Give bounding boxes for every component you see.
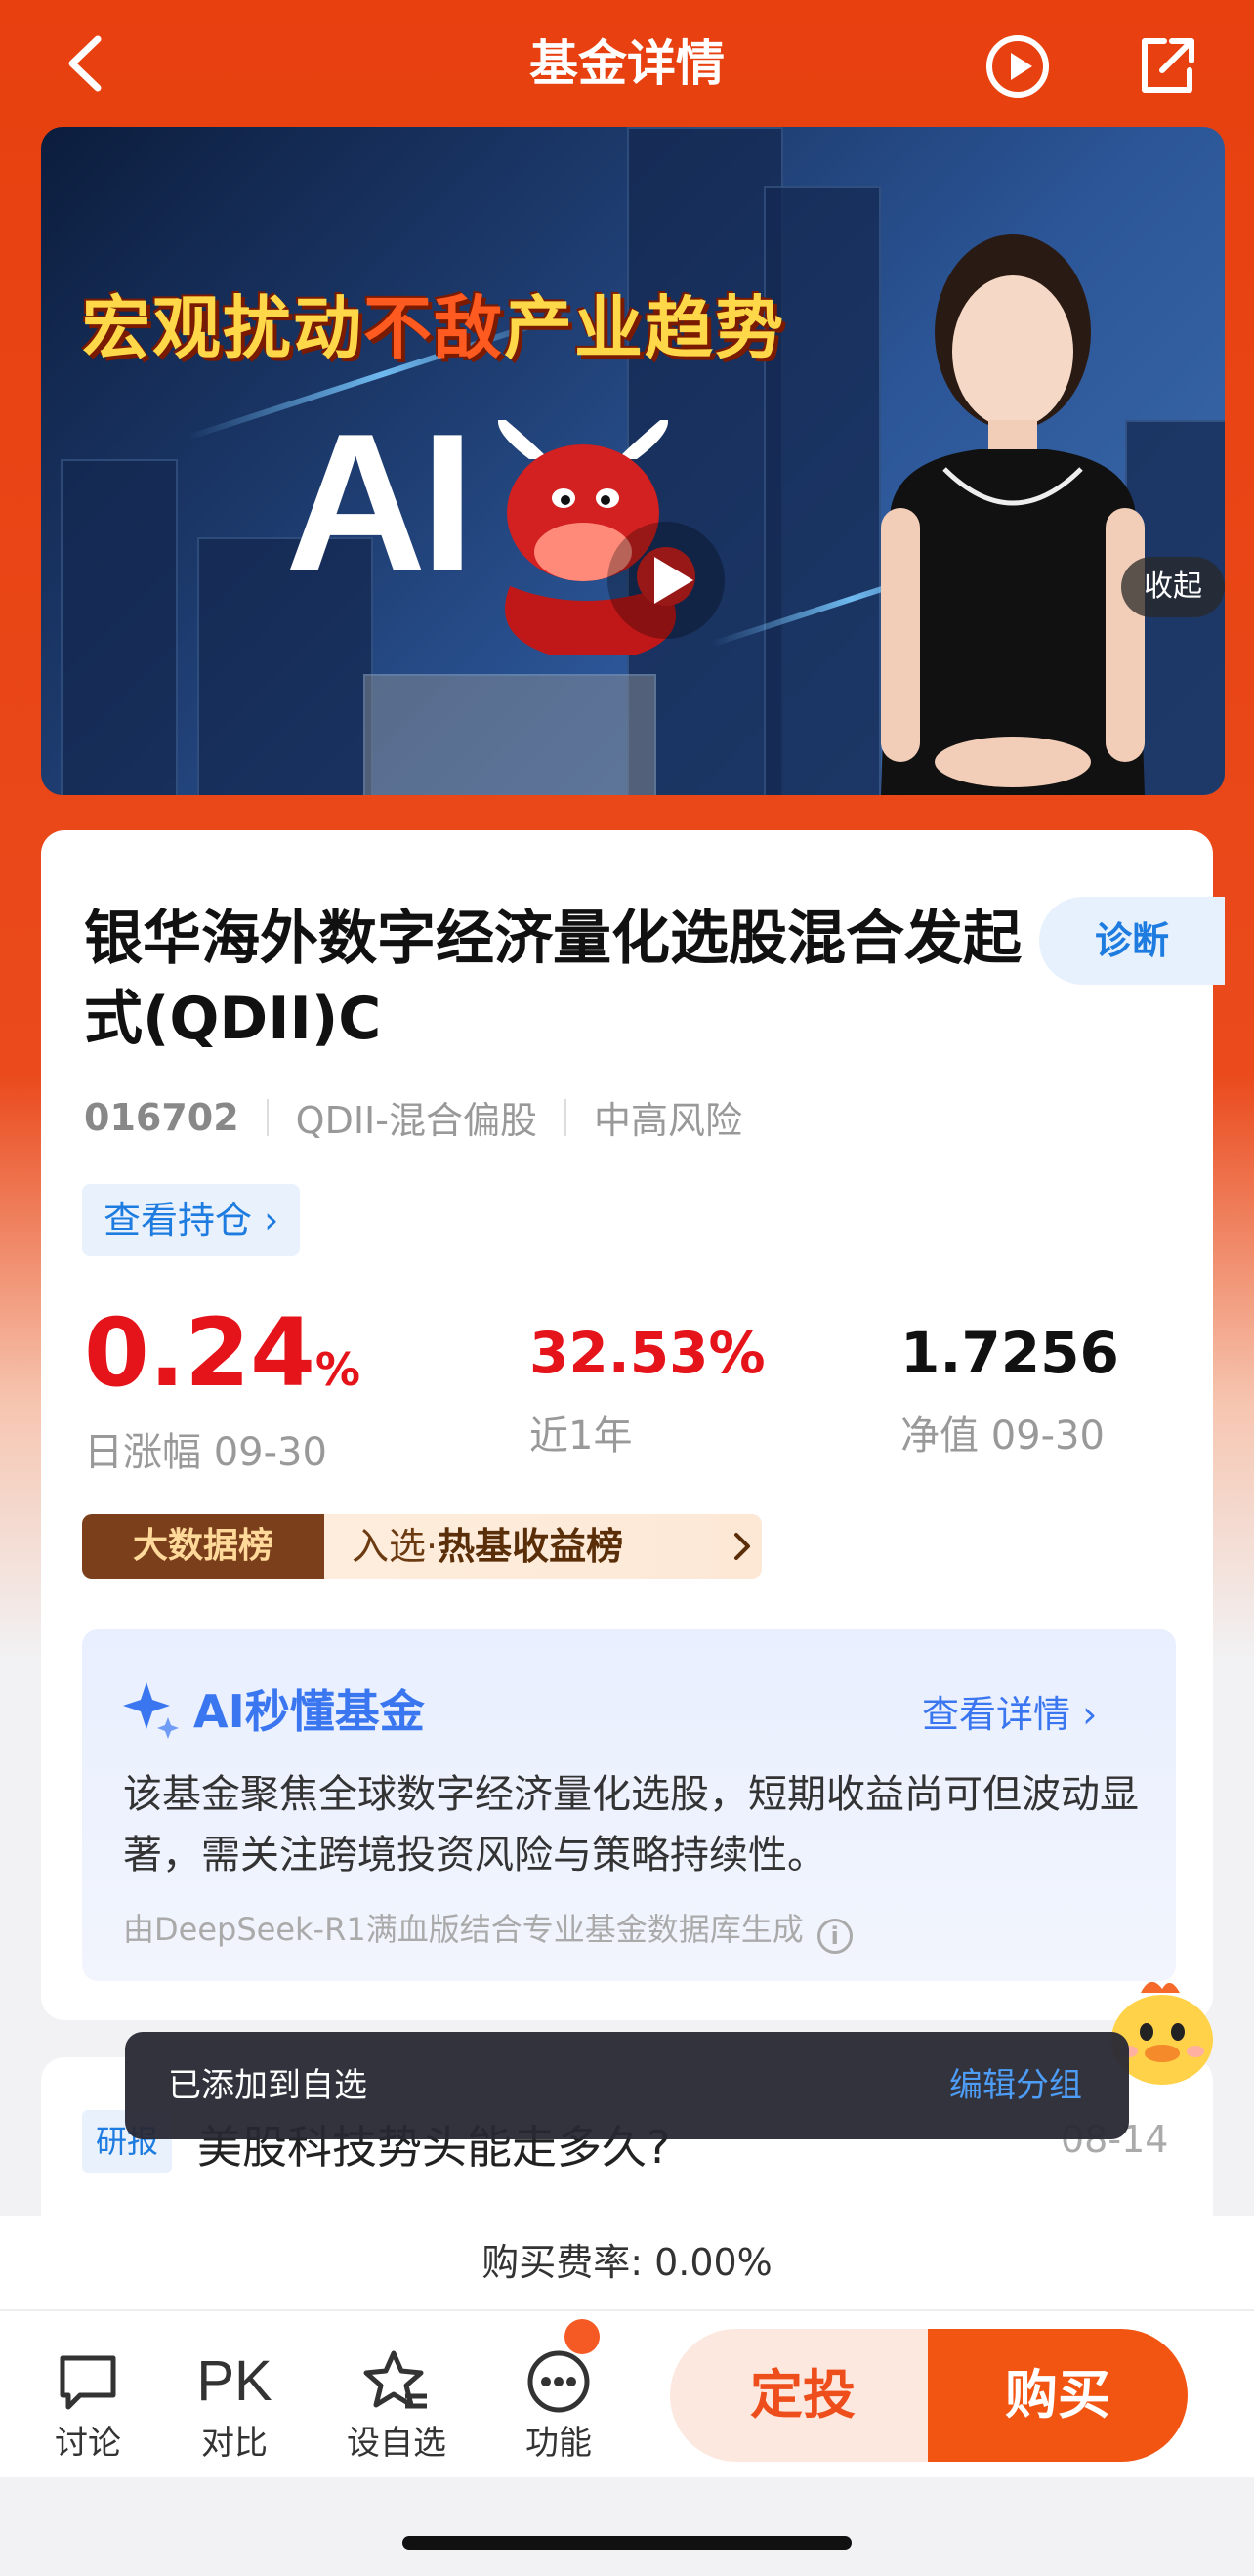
headline-part3: 产业趋势	[504, 288, 785, 368]
building-shape	[61, 459, 178, 795]
compare-tab[interactable]: PK 对比	[176, 2344, 293, 2468]
one-year-value: 32.53%	[529, 1320, 766, 1386]
purchase-fee: 购买费率: 0.00%	[0, 2216, 1254, 2309]
share-icon[interactable]	[1135, 33, 1199, 98]
buy-button[interactable]: 购买	[928, 2329, 1188, 2462]
home-indicator-area	[0, 2477, 1254, 2576]
ranking-prefix: 入选·	[352, 1525, 439, 1568]
daily-change-stat: 0.24% 日涨幅 09-30	[84, 1299, 360, 1482]
home-indicator[interactable]	[402, 2536, 852, 2550]
daily-change-value-row: 0.24%	[84, 1299, 360, 1423]
fund-code: 016702	[84, 1095, 239, 1139]
divider	[564, 1098, 566, 1136]
fund-name: 银华海外数字经济量化选股混合发起式(QDII)C	[84, 905, 1022, 1053]
nav-label: 净值 09-30	[900, 1414, 1105, 1458]
watchlist-tab[interactable]: 设自选	[338, 2344, 455, 2468]
banner-ai-text: AI	[285, 394, 475, 612]
diagnose-button[interactable]: 诊断	[1039, 897, 1225, 985]
discuss-label: 讨论	[55, 2424, 121, 2463]
ranking-banner[interactable]: 大数据榜 入选·热基收益榜	[82, 1514, 762, 1579]
chat-bubble-icon	[60, 2355, 116, 2410]
notification-dot	[564, 2319, 600, 2354]
discuss-tab[interactable]: 讨论	[29, 2344, 146, 2468]
play-circle-icon[interactable]	[984, 33, 1051, 100]
star-icon	[363, 2350, 427, 2409]
watchlist-label: 设自选	[347, 2424, 446, 2463]
fund-meta: 016702 QDII-混合偏股 中高风险	[84, 1090, 742, 1144]
page-title: 基金详情	[529, 35, 725, 92]
fund-info-card: 银华海外数字经济量化选股混合发起式(QDII)C 诊断 016702 QDII-…	[41, 830, 1225, 2020]
edit-group-button[interactable]: 编辑分组	[949, 2032, 1082, 2139]
daily-change-unit: %	[314, 1343, 360, 1396]
divider	[266, 1098, 269, 1136]
daily-change-value: 0.24	[84, 1298, 315, 1408]
ai-source-note: 由DeepSeek-R1满血版结合专业基金数据库生成 i	[123, 1905, 853, 1954]
discuss-icon-wrap	[29, 2344, 146, 2419]
presenter-figure	[881, 234, 1145, 795]
daily-change-label: 日涨幅 09-30	[84, 1430, 327, 1475]
fund-stats: 0.24% 日涨幅 09-30 32.53% 近1年 1.7256 净值 09-…	[84, 1299, 1197, 1475]
banner-headline: 宏观扰动不敌产业趋势	[82, 274, 785, 372]
nav-stat: 1.7256 净值 09-30	[900, 1299, 1119, 1465]
nav-value: 1.7256	[900, 1320, 1119, 1386]
watchlist-icon-wrap	[338, 2344, 455, 2419]
ranking-name: 热基收益榜	[438, 1525, 624, 1568]
play-icon	[654, 557, 693, 604]
info-icon[interactable]: i	[816, 1919, 853, 1954]
compare-label: 对比	[201, 2424, 268, 2463]
headline-part2: 不敌	[363, 288, 504, 368]
pk-icon: PK	[196, 2349, 272, 2413]
ai-summary-title: AI秒懂基金	[193, 1685, 425, 1738]
headline-part1: 宏观扰动	[82, 288, 363, 368]
fund-risk: 中高风险	[593, 1099, 742, 1142]
ranking-text: 入选·热基收益榜	[352, 1514, 623, 1579]
nav-bar: 基金详情	[0, 0, 1254, 127]
more-options-icon	[527, 2350, 590, 2413]
one-year-stat: 32.53% 近1年	[529, 1299, 766, 1465]
toast-message: 已添加到自选	[168, 2066, 367, 2105]
ai-source-text: 由DeepSeek-R1满血版结合专业基金数据库生成	[123, 1911, 804, 1948]
ai-summary-text: 该基金聚焦全球数字经济量化选股，短期收益尚可但波动显著，需关注跨境投资风险与策略…	[123, 1772, 1139, 1878]
ai-summary-box: AI秒懂基金 查看详情 › 该基金聚焦全球数字经济量化选股，短期收益尚可但波动显…	[82, 1629, 1176, 1981]
compare-icon-wrap: PK	[176, 2344, 293, 2419]
video-banner[interactable]: 宏观扰动不敌产业趋势 AI 收起	[41, 127, 1225, 795]
function-label: 功能	[525, 2424, 592, 2463]
function-icon-wrap	[500, 2344, 617, 2419]
one-year-label: 近1年	[529, 1414, 633, 1458]
view-holdings-button[interactable]: 查看持仓 ›	[82, 1184, 301, 1256]
sparkle-icon	[123, 1682, 179, 1739]
ai-view-details-link[interactable]: 查看详情 ›	[922, 1684, 1097, 1738]
fund-category: QDII-混合偏股	[295, 1099, 537, 1142]
building-shape	[363, 674, 656, 795]
function-tab[interactable]: 功能	[500, 2344, 617, 2468]
video-play-button[interactable]	[607, 522, 725, 639]
toast-notification: 已添加到自选 编辑分组	[125, 2032, 1129, 2139]
big-data-rank-tag: 大数据榜	[82, 1514, 324, 1579]
auto-invest-button[interactable]: 定投	[670, 2329, 936, 2462]
chevron-right-icon	[734, 1533, 750, 1560]
collapse-button[interactable]: 收起	[1121, 557, 1225, 617]
